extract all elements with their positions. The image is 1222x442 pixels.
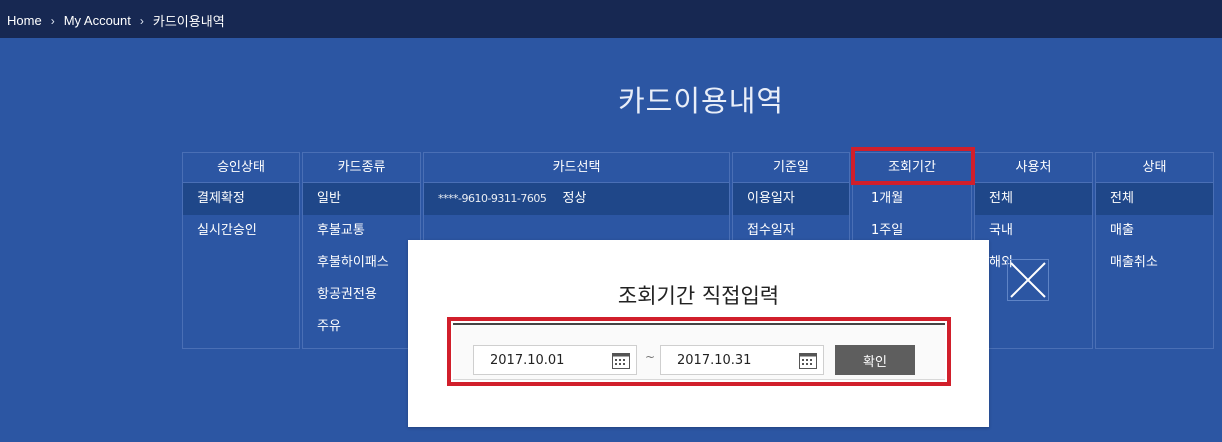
modal-title: 조회기간 직접입력 [617, 284, 780, 308]
breadcrumb-current: 카드이용내역 [152, 14, 225, 29]
option-domestic[interactable]: 국내 [975, 215, 1092, 247]
period-input-modal: 조회기간 직접입력 ~ [408, 240, 989, 427]
filter-usage-place: 사용처 전체 국내 해외 [974, 152, 1093, 349]
option-all[interactable]: 전체 [975, 183, 1092, 215]
card-option[interactable]: ****-9610-9311-7605 정상 [424, 183, 729, 215]
filter-header: 기준일 [733, 153, 849, 183]
option-postpaid-transit[interactable]: 후불교통 [303, 215, 420, 247]
start-date-input[interactable] [474, 346, 604, 374]
option-all[interactable]: 전체 [1096, 183, 1213, 215]
breadcrumb: Home › My Account › 카드이용내역 [7, 11, 225, 30]
filter-approval-status: 승인상태 결제확정 실시간승인 [182, 152, 300, 349]
close-icon[interactable] [1007, 259, 1049, 301]
card-status: 정상 [562, 191, 587, 206]
filter-status: 상태 전체 매출 매출취소 [1095, 152, 1214, 349]
filter-card-type: 카드종류 일반 후불교통 후불하이패스 항공권전용 주유 [302, 152, 421, 349]
option-usage-date[interactable]: 이용일자 [733, 183, 849, 215]
date-range-panel: ~ 확인 [453, 323, 945, 380]
range-separator: ~ [645, 350, 656, 364]
option-postpaid-hipass[interactable]: 후불하이패스 [303, 247, 420, 279]
chevron-right-icon: › [50, 13, 55, 28]
filter-header: 카드선택 [424, 153, 729, 183]
end-date-field [660, 345, 824, 375]
chevron-right-icon: › [139, 13, 144, 28]
option-realtime-approval[interactable]: 실시간승인 [183, 215, 299, 247]
confirm-button[interactable]: 확인 [835, 345, 915, 375]
filter-header: 상태 [1096, 153, 1213, 183]
option-confirmed-payment[interactable]: 결제확정 [183, 183, 299, 215]
period-highlight [851, 147, 975, 185]
top-bar: Home › My Account › 카드이용내역 [0, 0, 1222, 38]
start-date-field [473, 345, 637, 375]
page-title: 카드이용내역 [618, 84, 785, 118]
option-sales-cancel[interactable]: 매출취소 [1096, 247, 1213, 279]
calendar-icon[interactable] [612, 352, 630, 369]
option-airline-only[interactable]: 항공권전용 [303, 279, 420, 311]
option-fuel[interactable]: 주유 [303, 311, 420, 343]
filter-header: 카드종류 [303, 153, 420, 183]
breadcrumb-my-account-link[interactable]: My Account [64, 13, 131, 28]
option-1-month[interactable]: 1개월 [853, 183, 971, 215]
option-general[interactable]: 일반 [303, 183, 420, 215]
end-date-input[interactable] [661, 346, 791, 374]
breadcrumb-home-link[interactable]: Home [7, 13, 42, 28]
calendar-icon[interactable] [799, 352, 817, 369]
option-sales[interactable]: 매출 [1096, 215, 1213, 247]
date-range-highlight: ~ 확인 [447, 317, 951, 386]
card-number: ****-9610-9311-7605 [438, 192, 547, 205]
filter-header: 사용처 [975, 153, 1092, 183]
filter-header: 승인상태 [183, 153, 299, 183]
